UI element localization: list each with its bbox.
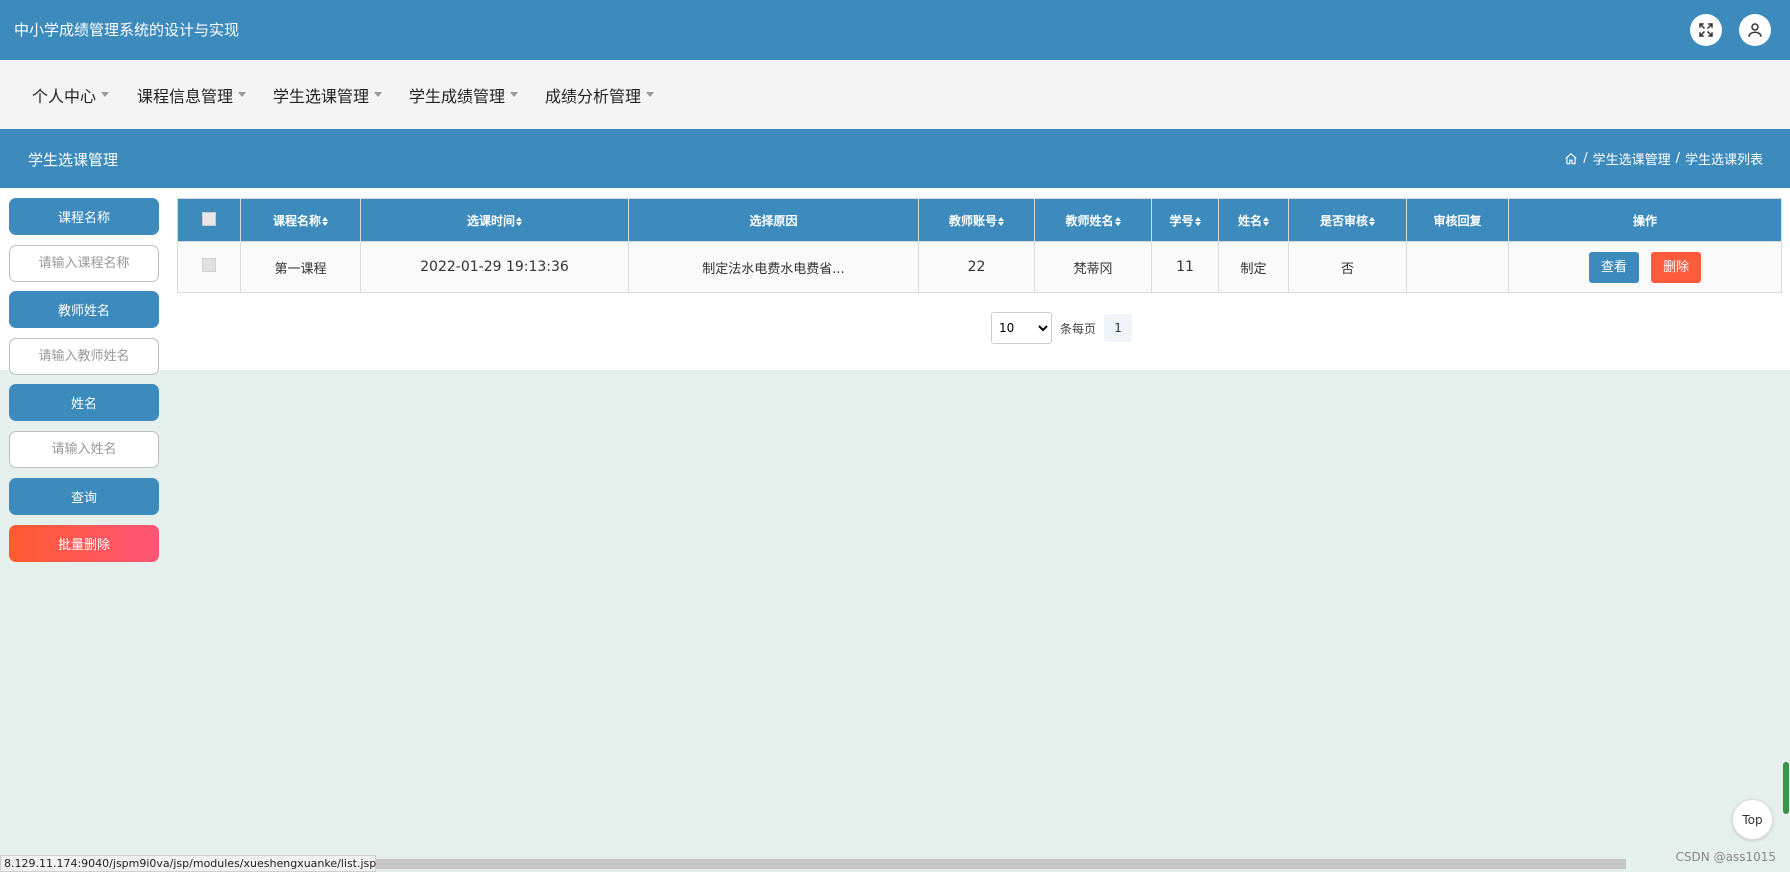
page-header: 学生选课管理 / 学生选课管理 / 学生选课列表: [0, 129, 1790, 188]
query-button[interactable]: 查询: [9, 478, 159, 515]
table-row: 第一课程 2022-01-29 19:13:36 制定法水电费水电费省... 2…: [177, 241, 1782, 293]
cell-select-time: 2022-01-29 19:13:36: [360, 241, 629, 293]
pagination: 10 条每页 1: [991, 312, 1133, 344]
back-to-top-button[interactable]: Top: [1732, 799, 1773, 840]
th-student-id[interactable]: 学号: [1151, 198, 1219, 242]
header-label: 审核回复: [1433, 213, 1482, 228]
th-review-reply: 审核回复: [1406, 198, 1509, 242]
header-label: 选择原因: [749, 213, 798, 228]
horizontal-scrollbar[interactable]: [376, 859, 1626, 869]
status-url: 8.129.11.174:9040/jspm9i0va/jsp/modules/…: [0, 855, 385, 872]
nav-item-course-info[interactable]: 课程信息管理: [137, 83, 247, 107]
th-teacher-account[interactable]: 教师账号: [918, 198, 1035, 242]
cell-student-id: 11: [1151, 241, 1219, 293]
caret-down-icon: [238, 92, 247, 97]
header-label: 教师姓名: [1065, 213, 1114, 228]
student-name-input[interactable]: [9, 431, 159, 468]
student-name-label: 姓名: [9, 384, 159, 421]
sort-icon: [1263, 216, 1269, 226]
course-name-label: 课程名称: [9, 198, 159, 235]
view-button[interactable]: 查看: [1588, 251, 1639, 283]
delete-button[interactable]: 删除: [1651, 251, 1702, 283]
th-select-time[interactable]: 选课时间: [360, 198, 629, 242]
header-label: 课程名称: [272, 213, 321, 228]
sort-icon: [1369, 216, 1375, 226]
breadcrumb-separator: /: [1583, 151, 1588, 166]
caret-down-icon: [374, 92, 383, 97]
nav-item-grades[interactable]: 学生成绩管理: [409, 83, 519, 107]
header-label: 是否审核: [1319, 213, 1368, 228]
nav-label: 成绩分析管理: [545, 87, 642, 106]
cell-reason: 制定法水电费水电费省...: [628, 241, 919, 293]
sort-icon: [998, 216, 1004, 226]
th-teacher-name[interactable]: 教师姓名: [1034, 198, 1152, 242]
nav-label: 个人中心: [32, 87, 97, 106]
per-page-label: 条每页: [1060, 321, 1097, 336]
home-icon[interactable]: [1564, 152, 1578, 166]
row-select-cell: [177, 241, 241, 293]
sort-icon: [516, 216, 522, 226]
page-size-select[interactable]: 10: [991, 312, 1052, 344]
cell-actions: 查看 删除: [1508, 241, 1782, 293]
select-all-checkbox[interactable]: [202, 211, 216, 226]
nav-item-personal-center[interactable]: 个人中心: [32, 83, 110, 107]
caret-down-icon: [646, 92, 655, 97]
course-selection-table: 课程名称 选课时间 选择原因 教师账号 教师姓名 学号 姓名 是否审核 审核回复…: [177, 198, 1782, 293]
header-label: 操作: [1632, 213, 1657, 228]
user-button[interactable]: [1739, 14, 1771, 46]
fullscreen-button[interactable]: [1690, 14, 1722, 46]
th-reason: 选择原因: [628, 198, 919, 242]
th-name[interactable]: 姓名: [1218, 198, 1289, 242]
cell-teacher-account: 22: [918, 241, 1035, 293]
breadcrumb-separator: /: [1675, 151, 1680, 166]
nav-label: 学生选课管理: [273, 87, 370, 106]
nav-item-grade-analysis[interactable]: 成绩分析管理: [545, 83, 655, 107]
breadcrumb-level1[interactable]: 学生选课管理: [1593, 149, 1671, 168]
select-all-cell: [177, 198, 241, 242]
cell-review-reply: [1406, 241, 1509, 293]
breadcrumb: / 学生选课管理 / 学生选课列表: [1564, 149, 1763, 168]
sort-icon: [1114, 216, 1121, 226]
teacher-name-input[interactable]: [9, 338, 159, 375]
page-title: 学生选课管理: [28, 151, 119, 169]
teacher-name-label: 教师姓名: [9, 291, 159, 328]
th-reviewed[interactable]: 是否审核: [1288, 198, 1407, 242]
bulk-delete-button[interactable]: 批量删除: [9, 525, 159, 562]
top-header: 中小学成绩管理系统的设计与实现: [0, 0, 1790, 60]
cell-name: 制定: [1218, 241, 1289, 293]
sort-icon: [322, 216, 328, 226]
header-label: 学号: [1169, 213, 1194, 228]
nav-label: 课程信息管理: [137, 87, 234, 106]
nav-item-course-selection[interactable]: 学生选课管理: [273, 83, 383, 107]
page-number-current[interactable]: 1: [1104, 314, 1133, 342]
course-name-input[interactable]: [9, 245, 159, 282]
cell-reviewed: 否: [1288, 241, 1407, 293]
header-label: 教师账号: [948, 213, 997, 228]
watermark: CSDN @ass1015: [1675, 850, 1776, 864]
app-title: 中小学成绩管理系统的设计与实现: [14, 21, 240, 39]
vertical-scrollbar[interactable]: [1783, 762, 1789, 814]
row-checkbox[interactable]: [202, 258, 216, 272]
caret-down-icon: [510, 92, 519, 97]
header-label: 姓名: [1237, 213, 1262, 228]
user-icon: [1748, 23, 1762, 37]
th-course-name[interactable]: 课程名称: [240, 198, 361, 242]
fullscreen-icon: [1699, 23, 1713, 37]
cell-course-name: 第一课程: [240, 241, 361, 293]
nav-label: 学生成绩管理: [409, 87, 506, 106]
table-header-row: 课程名称 选课时间 选择原因 教师账号 教师姓名 学号 姓名 是否审核 审核回复…: [177, 198, 1782, 242]
sort-icon: [1194, 216, 1201, 226]
breadcrumb-level2: 学生选课列表: [1684, 153, 1763, 168]
main-nav: 个人中心 课程信息管理 学生选课管理 学生成绩管理 成绩分析管理: [0, 60, 1790, 129]
header-label: 选课时间: [466, 213, 515, 228]
th-actions: 操作: [1508, 198, 1782, 242]
caret-down-icon: [101, 92, 110, 97]
cell-teacher-name: 梵蒂冈: [1034, 241, 1152, 293]
